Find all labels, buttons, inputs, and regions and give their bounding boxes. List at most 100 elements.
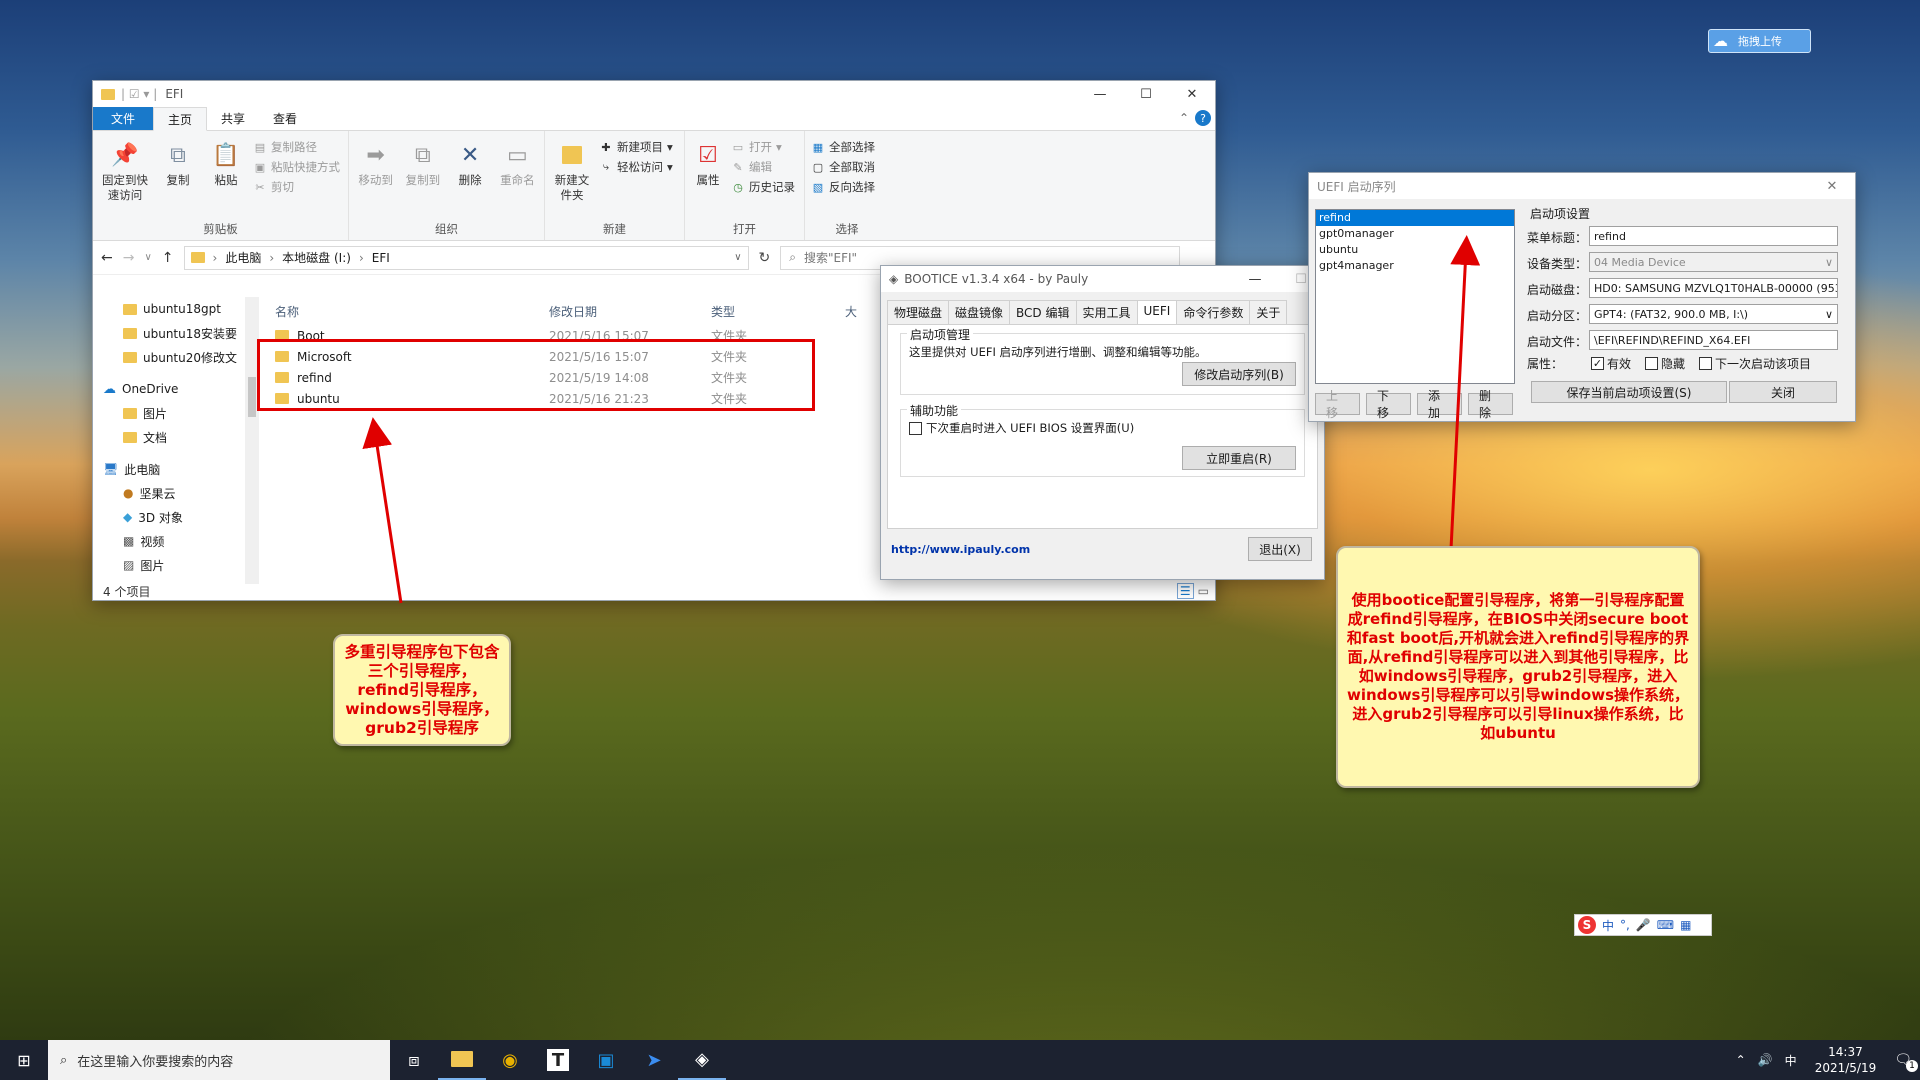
delete-button[interactable]: ✕ 删除 [450,135,491,222]
delete-entry-button[interactable]: 删除 [1468,389,1513,420]
maximize-button[interactable]: ☐ [1123,81,1169,107]
tab-view[interactable]: 查看 [259,107,311,130]
new-folder-button[interactable]: 新建文件夹 [551,135,593,222]
nav-item-this-pc[interactable]: 🖥 此电脑 [93,457,245,481]
nav-item-ubuntu20-modify[interactable]: ubuntu20修改文 [93,345,245,369]
modify-boot-order-button[interactable]: 修改启动序列(B) [1182,362,1296,386]
new-item-button[interactable]: ✚ 新建项目 ▾ [599,139,672,155]
boot-entry-refind[interactable]: refind [1316,210,1514,226]
reboot-to-bios-checkbox[interactable] [909,421,922,435]
easy-access-button[interactable]: ⤷ 轻松访问 ▾ [599,159,673,175]
typora-taskbar-icon[interactable]: T [534,1040,582,1080]
uefi-close-icon[interactable]: ✕ [1809,173,1855,199]
paste-shortcut-button[interactable]: ▣ 粘贴快捷方式 [253,159,340,175]
quick-access-toolbar[interactable]: | ☑ ▾ | [121,87,157,101]
address-bar[interactable]: › 此电脑 › 本地磁盘 (I:) › EFI ∨ [183,245,749,270]
help-icon[interactable]: ? [1195,110,1211,126]
move-up-button[interactable]: 上移 [1315,389,1360,420]
minimize-button[interactable]: — [1077,81,1123,107]
large-icons-view-icon[interactable]: ▭ [1198,584,1209,598]
select-all-button[interactable]: ▦ 全部选择 [811,139,875,155]
tab-bcd-edit[interactable]: BCD 编辑 [1009,300,1077,324]
copy-to-button[interactable]: ⧉ 复制到 [402,135,443,222]
boot-partition-select[interactable]: GPT4: (FAT32, 900.0 MB, I:\) ∨ [1589,304,1838,324]
cut-button[interactable]: ✂ 剪切 [253,179,340,195]
menu-title-input[interactable]: refind [1589,226,1838,246]
nav-item-pictures[interactable]: ▨ 图片 [93,553,245,577]
notification-center-icon[interactable]: 🗨 1 [1894,1052,1918,1072]
tab-about[interactable]: 关于 [1249,300,1288,324]
input-language-indicator[interactable]: 中 [1785,1052,1797,1069]
tab-disk-image[interactable]: 磁盘镜像 [948,300,1011,324]
save-settings-button[interactable]: 保存当前启动项设置(S) [1531,381,1727,403]
tab-cmdline[interactable]: 命令行参数 [1176,300,1251,324]
breadcrumb-this-pc[interactable]: 此电脑 [225,249,261,266]
task-view-icon[interactable]: ⧈ [390,1040,438,1080]
select-none-button[interactable]: ▢ 全部取消 [811,159,875,175]
tab-uefi[interactable]: UEFI [1136,300,1178,324]
nav-item-jianguoyun[interactable]: ● 坚果云 [93,481,245,505]
copy-button[interactable]: ⧉ 复制 [157,135,199,222]
nav-item-ubuntu18-install[interactable]: ubuntu18安装要 [93,321,245,345]
nav-item-onedrive[interactable]: ☁ OneDrive [93,377,245,401]
attr-next-boot-checkbox[interactable] [1699,357,1713,370]
history-button[interactable]: ◷ 历史记录 [731,179,795,195]
refresh-icon[interactable]: ↻ [759,250,771,266]
move-down-button[interactable]: 下移 [1366,389,1411,420]
open-button[interactable]: ▭ 打开 ▾ [731,139,795,155]
boot-entry-list[interactable]: refind gpt0manager ubuntu gpt4manager [1315,209,1515,384]
column-date[interactable]: 修改日期 [549,303,711,320]
pin-quick-access-button[interactable]: 📌 固定到快速访问 [99,135,151,222]
breadcrumb-disk[interactable]: 本地磁盘 (I:) [282,249,351,266]
clock[interactable]: 14:37 2021/5/19 [1815,1044,1877,1076]
close-button[interactable]: ✕ [1169,81,1215,107]
add-entry-button[interactable]: 添加 [1417,389,1462,420]
bootice-taskbar-icon[interactable]: ◈ [678,1040,726,1080]
taskbar-search-input[interactable]: ⌕ 在这里输入你要搜索的内容 [48,1040,390,1080]
nav-item-onedrive-pictures[interactable]: 图片 [93,401,245,425]
tab-utilities[interactable]: 实用工具 [1075,300,1138,324]
address-dropdown-icon[interactable]: ∨ [734,252,741,263]
nav-item-onedrive-documents[interactable]: 文档 [93,425,245,449]
edit-button[interactable]: ✎ 编辑 [731,159,795,175]
attr-hidden-checkbox[interactable] [1645,357,1659,370]
screenshot-app-taskbar-icon[interactable]: ▣ [582,1040,630,1080]
volume-icon[interactable]: 🔊 [1758,1053,1773,1067]
boot-file-input[interactable]: \EFI\REFIND\REFIND_X64.EFI [1589,330,1838,350]
details-view-icon[interactable]: ☰ [1176,583,1194,599]
nav-item-ubuntu18gpt[interactable]: ubuntu18gpt [93,297,245,321]
tray-expand-icon[interactable]: ⌃ [1736,1053,1746,1067]
close-dialog-button[interactable]: 关闭 [1729,381,1837,403]
back-arrow-icon[interactable]: ← [101,250,113,266]
boot-entry-ubuntu[interactable]: ubuntu [1316,242,1514,258]
move-to-button[interactable]: ➡ 移动到 [355,135,396,222]
tab-share[interactable]: 共享 [207,107,259,130]
invert-selection-button[interactable]: ▧ 反向选择 [811,179,875,195]
tab-home[interactable]: 主页 [153,107,208,131]
boot-entry-gpt0manager[interactable]: gpt0manager [1316,226,1514,242]
attr-valid-checkbox[interactable] [1591,357,1604,370]
column-name[interactable]: 名称 [263,303,549,320]
nav-item-videos[interactable]: ▩ 视频 [93,529,245,553]
website-link[interactable]: http://www.ipauly.com [891,543,1030,556]
nav-item-3d-objects[interactable]: ◆ 3D 对象 [93,505,245,529]
properties-button[interactable]: ☑ 属性 [691,135,725,222]
chrome-taskbar-icon[interactable]: ◉ [486,1040,534,1080]
column-size[interactable]: 大 [845,303,857,320]
exit-button[interactable]: 退出(X) [1248,537,1312,561]
tab-file[interactable]: 文件 [93,107,154,130]
copy-path-button[interactable]: ▤ 复制路径 [253,139,340,155]
file-explorer-taskbar-icon[interactable] [438,1040,486,1080]
boot-entry-gpt4manager[interactable]: gpt4manager [1316,258,1514,274]
tab-physical-disk[interactable]: 物理磁盘 [887,300,950,324]
column-type[interactable]: 类型 [711,303,845,320]
paste-button[interactable]: 📋 粘贴 [205,135,247,222]
start-button[interactable]: ⊞ [0,1040,48,1080]
ime-toolbar[interactable]: S 中 °, 🎤 ⌨ ▦ [1574,914,1712,936]
reboot-now-button[interactable]: 立即重启(R) [1182,446,1296,470]
recent-dropdown-icon[interactable]: ∨ [144,252,151,263]
nav-scrollbar-thumb[interactable] [248,377,256,417]
upload-badge[interactable]: ☁ 拖拽上传 [1708,29,1811,53]
forward-arrow-icon[interactable]: → [123,250,135,266]
up-arrow-icon[interactable]: ↑ [162,250,174,266]
